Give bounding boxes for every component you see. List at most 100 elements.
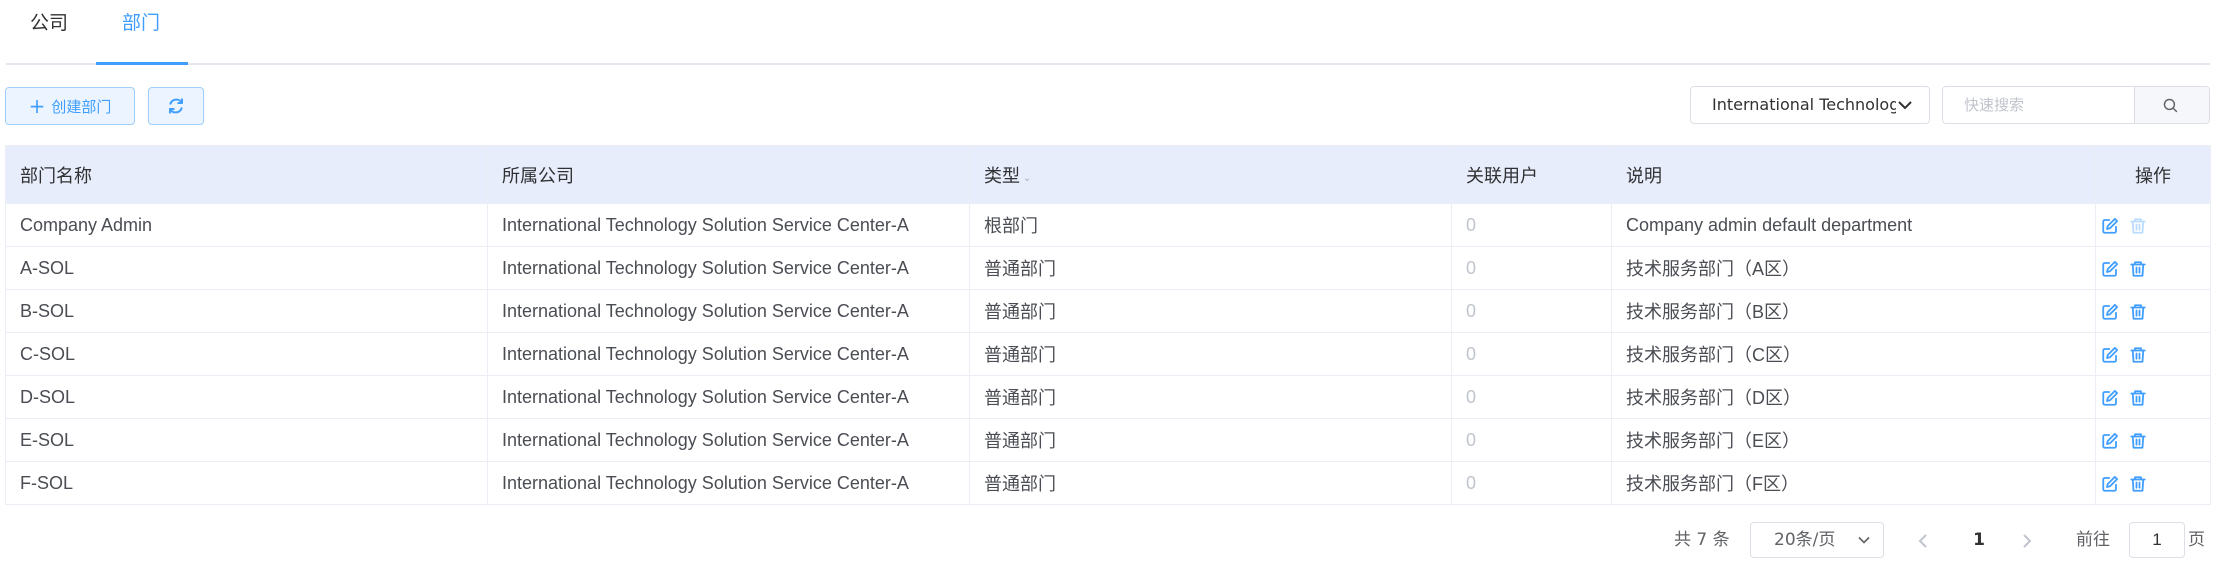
cell-description: 技术服务部门（C区） <box>1611 332 2096 376</box>
column-header-description: 说明 <box>1611 145 2096 204</box>
cell-actions <box>2095 289 2211 333</box>
trash-icon[interactable] <box>2129 389 2147 407</box>
cell-actions <box>2095 332 2211 376</box>
cell-department-name: D-SOL <box>5 375 488 419</box>
cell-user-count: 0 <box>1451 418 1612 462</box>
cell-actions <box>2095 375 2211 419</box>
table-body: Company Admin International Technology So… <box>5 203 2211 505</box>
column-header-company: 所属公司 <box>487 145 970 204</box>
company-select[interactable]: International Technology Solution Servic… <box>1690 86 1930 124</box>
chevron-down-icon <box>1858 536 1870 544</box>
cell-user-count: 0 <box>1451 461 1612 505</box>
chevron-right-icon <box>2023 534 2032 548</box>
chevron-down-icon <box>1898 101 1912 110</box>
cell-department-name: F-SOL <box>5 461 488 505</box>
table-row: Company Admin International Technology So… <box>5 203 2211 247</box>
cell-type: 普通部门 <box>969 246 1452 290</box>
department-table: 部门名称 所属公司 类型 ⌄ 关联用户 说明 操作 Company Admin In… <box>5 145 2211 505</box>
cell-user-count: 0 <box>1451 203 1612 247</box>
create-department-label: 创建部门 <box>51 98 112 116</box>
tab-bar: 公司 部门 <box>6 0 2210 65</box>
cell-description: 技术服务部门（F区） <box>1611 461 2096 505</box>
search-input[interactable] <box>1944 88 2152 122</box>
trash-icon[interactable] <box>2129 475 2147 493</box>
cell-description: Company admin default department <box>1611 203 2096 247</box>
cell-department-name: B-SOL <box>5 289 488 333</box>
goto-label: 前往 <box>2076 530 2110 550</box>
cell-actions <box>2095 246 2211 290</box>
trash-icon[interactable] <box>2129 303 2147 321</box>
refresh-icon <box>169 98 183 114</box>
search-icon <box>2163 98 2178 113</box>
cell-department-name: E-SOL <box>5 418 488 462</box>
trash-icon[interactable] <box>2129 432 2147 450</box>
cell-user-count: 0 <box>1451 289 1612 333</box>
company-select-value: International Technology Solution Servic… <box>1712 95 1896 114</box>
cell-user-count: 0 <box>1451 375 1612 419</box>
cell-type: 普通部门 <box>969 461 1452 505</box>
cell-department-name: A-SOL <box>5 246 488 290</box>
page-size-select[interactable]: 20条/页 <box>1750 522 1884 558</box>
column-header-type-label: 类型 <box>984 165 1020 186</box>
tab-company[interactable]: 公司 <box>30 0 68 63</box>
table-row: C-SOL International Technology Solution S… <box>5 332 2211 376</box>
cell-type: 根部门 <box>969 203 1452 247</box>
cell-actions <box>2095 203 2211 247</box>
trash-icon[interactable] <box>2129 260 2147 278</box>
cell-type: 普通部门 <box>969 375 1452 419</box>
cell-company: International Technology Solution Servic… <box>487 375 970 419</box>
cell-actions <box>2095 418 2211 462</box>
cell-user-count: 0 <box>1451 332 1612 376</box>
table-row: F-SOL International Technology Solution S… <box>5 461 2211 505</box>
cell-company: International Technology Solution Servic… <box>487 418 970 462</box>
goto-suffix: 页 <box>2188 530 2205 550</box>
cell-department-name: Company Admin <box>5 203 488 247</box>
edit-icon[interactable] <box>2101 260 2119 278</box>
cell-description: 技术服务部门（D区） <box>1611 375 2096 419</box>
cell-company: International Technology Solution Servic… <box>487 289 970 333</box>
edit-icon[interactable] <box>2101 475 2119 493</box>
page-size-value: 20条/页 <box>1774 530 1836 550</box>
quick-search <box>1942 86 2210 124</box>
refresh-button[interactable] <box>148 87 204 125</box>
table-row: E-SOL International Technology Solution S… <box>5 418 2211 462</box>
edit-icon[interactable] <box>2101 432 2119 450</box>
cell-company: International Technology Solution Servic… <box>487 203 970 247</box>
cell-company: International Technology Solution Servic… <box>487 246 970 290</box>
column-header-users: 关联用户 <box>1451 145 1612 204</box>
active-tab-indicator <box>96 62 188 65</box>
cell-department-name: C-SOL <box>5 332 488 376</box>
page-number[interactable]: 1 <box>1964 522 1994 558</box>
sort-caret-icon[interactable]: ⌄ <box>1023 173 1031 184</box>
pagination-total: 共 7 条 <box>1674 530 1730 550</box>
cell-description: 技术服务部门（A区） <box>1611 246 2096 290</box>
create-department-button[interactable]: + 创建部门 <box>5 87 135 125</box>
trash-icon[interactable] <box>2129 346 2147 364</box>
table-header-row: 部门名称 所属公司 类型 ⌄ 关联用户 说明 操作 <box>5 145 2211 204</box>
cell-type: 普通部门 <box>969 289 1452 333</box>
column-header-name: 部门名称 <box>5 145 488 204</box>
table-row: A-SOL International Technology Solution S… <box>5 246 2211 290</box>
cell-description: 技术服务部门（E区） <box>1611 418 2096 462</box>
table-row: D-SOL International Technology Solution S… <box>5 375 2211 419</box>
cell-company: International Technology Solution Servic… <box>487 332 970 376</box>
next-page-button[interactable] <box>2016 522 2040 558</box>
plus-icon: + <box>28 94 46 118</box>
edit-icon[interactable] <box>2101 303 2119 321</box>
cell-actions <box>2095 461 2211 505</box>
search-button[interactable] <box>2134 87 2209 123</box>
chevron-left-icon <box>1918 534 1927 548</box>
column-header-actions: 操作 <box>2095 145 2211 204</box>
prev-page-button[interactable] <box>1912 522 1936 558</box>
cell-description: 技术服务部门（B区） <box>1611 289 2096 333</box>
cell-type: 普通部门 <box>969 418 1452 462</box>
goto-page-input[interactable] <box>2129 522 2185 558</box>
tab-department[interactable]: 部门 <box>122 0 160 63</box>
edit-icon[interactable] <box>2101 389 2119 407</box>
column-header-type[interactable]: 类型 ⌄ <box>969 145 1452 204</box>
edit-icon[interactable] <box>2101 346 2119 364</box>
edit-icon[interactable] <box>2101 217 2119 235</box>
table-row: B-SOL International Technology Solution S… <box>5 289 2211 333</box>
cell-type: 普通部门 <box>969 332 1452 376</box>
cell-user-count: 0 <box>1451 246 1612 290</box>
